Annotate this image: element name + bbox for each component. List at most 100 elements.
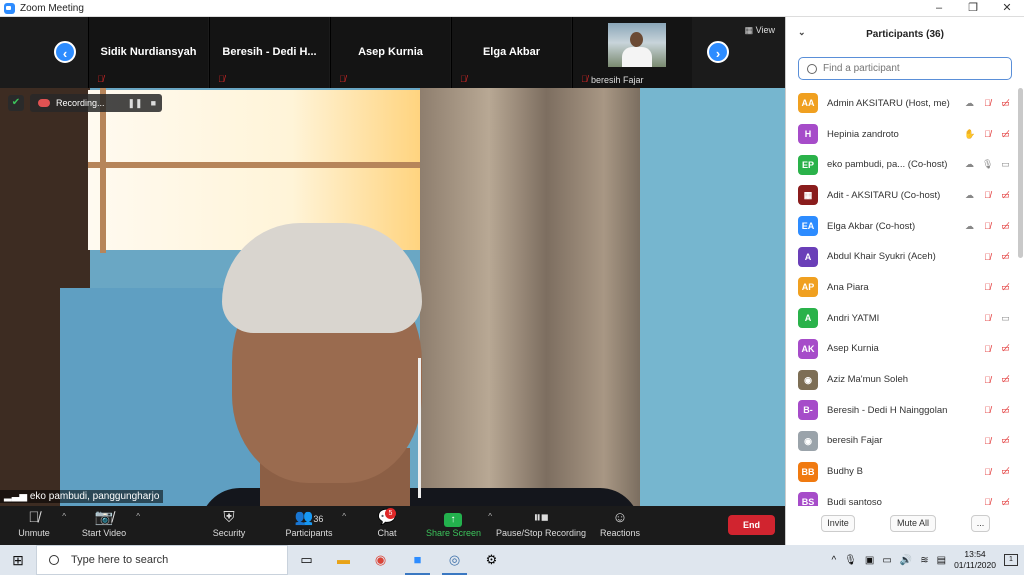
task-view-icon[interactable]: ▭: [288, 545, 325, 575]
chevron-up-icon[interactable]: ^: [136, 512, 140, 521]
participant-row[interactable]: H Hepinia zandroto ✋ 🎙̸ ▭̸: [786, 119, 1017, 150]
participant-search-input[interactable]: [823, 63, 993, 74]
close-window-button[interactable]: ✕: [990, 0, 1024, 17]
participant-search[interactable]: [798, 57, 1012, 80]
participant-row[interactable]: EP eko pambudi, pa... (Co-host) ☁ 🎙 ▭: [786, 149, 1017, 180]
chevron-up-icon[interactable]: ^: [342, 512, 346, 521]
participant-list: AA Admin AKSITARU (Host, me) ☁ 🎙̸ ▭̸ H Hepinia…: [786, 88, 1017, 506]
signal-bars-icon: ▂▃▅: [4, 491, 28, 502]
volume-icon[interactable]: 🔊: [900, 555, 912, 566]
video-window-frame-vertical: [100, 88, 106, 253]
thumbnail-tile[interactable]: Beresih - Dedi H... 🎙̸: [209, 17, 329, 88]
notification-center-icon[interactable]: 1: [1004, 554, 1018, 566]
pause-stop-recording-button[interactable]: ⏸⏹ Pause/Stop Recording: [496, 508, 586, 538]
video-off-icon: ▭̸: [1001, 343, 1010, 354]
reactions-button[interactable]: ☺ Reactions: [600, 508, 640, 538]
panel-footer: Invite Mute All ...: [786, 515, 1024, 535]
next-page-button[interactable]: ›: [707, 41, 729, 63]
participant-row[interactable]: EA Elga Akbar (Co-host) ☁ 🎙̸ ▭̸: [786, 211, 1017, 242]
wifi-icon[interactable]: ≋: [920, 555, 928, 566]
meeting-stage: ‹ Sidik Nurdiansyah 🎙̸ Beresih - Dedi H.…: [0, 17, 785, 506]
maximize-button[interactable]: ❐: [956, 0, 990, 17]
taskbar-search[interactable]: Type here to search: [36, 545, 288, 575]
unmute-button[interactable]: 🎙̸ Unmute ^: [14, 508, 66, 538]
mic-muted-icon: 🎙̸: [984, 98, 991, 109]
clock[interactable]: 13:54 01/11/2020: [954, 549, 996, 571]
speaker-hair: [222, 223, 422, 333]
network-monitor-icon[interactable]: ▣: [865, 555, 874, 566]
chevron-up-icon[interactable]: ^: [62, 512, 66, 521]
participant-row[interactable]: A Andri YATMI 🎙̸ ▭: [786, 303, 1017, 334]
participant-row[interactable]: A Abdul Khair Syukri (Aceh) 🎙̸ ▭̸: [786, 241, 1017, 272]
security-button[interactable]: ⛨ Security: [210, 508, 248, 538]
zoom-taskbar-icon[interactable]: ■: [399, 545, 436, 575]
end-meeting-button[interactable]: End: [728, 515, 775, 535]
participant-row[interactable]: BB Budhy B 🎙̸ ▭̸: [786, 456, 1017, 487]
windows-taskbar: ⊞ Type here to search ▭ ▬ ◉ ■ ◎ ⚙ ^ 🎙 ▣ …: [0, 545, 1024, 575]
thumbnail-tile[interactable]: Sidik Nurdiansyah 🎙̸: [88, 17, 208, 88]
mic-muted-icon: 🎙̸: [581, 74, 588, 84]
search-icon: [49, 555, 59, 565]
participant-row[interactable]: AA Admin AKSITARU (Host, me) ☁ 🎙̸ ▭̸: [786, 88, 1017, 119]
participant-row[interactable]: AK Asep Kurnia 🎙̸ ▭̸: [786, 334, 1017, 365]
chevron-down-icon[interactable]: ⌄: [798, 27, 806, 38]
share-screen-icon: ↑: [444, 513, 462, 527]
avatar: EA: [798, 216, 818, 237]
mic-muted-icon: 🎙̸: [984, 129, 991, 140]
mic-muted-icon: 🎙̸: [218, 74, 225, 84]
raised-hand-icon: ✋: [964, 128, 976, 139]
title-bar: Zoom Meeting – ❐ ✕: [0, 0, 1024, 17]
invite-button[interactable]: Invite: [821, 515, 855, 532]
scrollbar-thumb[interactable]: [1018, 88, 1023, 258]
participant-list-scrollbar[interactable]: [1018, 88, 1023, 506]
avatar: A: [798, 308, 818, 329]
video-right-wall: [640, 88, 785, 506]
tray-overflow-icon[interactable]: ^: [831, 555, 836, 566]
thumbnail-tile[interactable]: Elga Akbar 🎙̸: [451, 17, 571, 88]
mic-muted-icon: 🎙̸: [984, 435, 991, 446]
participant-row[interactable]: AP Ana Piara 🎙̸ ▭̸: [786, 272, 1017, 303]
view-button[interactable]: ▦ View: [745, 25, 775, 36]
thumbnail-caption: beresih Fajar: [591, 75, 644, 85]
participant-name: Andri YATMI: [827, 312, 880, 324]
windows-start-icon[interactable]: ⊞: [0, 545, 36, 575]
video-on-icon: ▭: [1001, 312, 1010, 323]
prev-page-button[interactable]: ‹: [54, 41, 76, 63]
cloud-record-icon: ☁: [965, 97, 974, 108]
participant-row[interactable]: B- Beresih - Dedi H Nainggolan 🎙̸ ▭̸: [786, 395, 1017, 426]
avatar: AA: [798, 93, 818, 114]
more-options-button[interactable]: ...: [971, 515, 990, 532]
settings-icon[interactable]: ⚙: [473, 545, 510, 575]
start-video-button[interactable]: 📷̸ Start Video ^: [80, 508, 140, 538]
minimize-button[interactable]: –: [922, 0, 956, 17]
keyboard-icon[interactable]: ▤: [937, 555, 946, 566]
mic-muted-icon: 🎙̸: [984, 497, 991, 506]
share-screen-button[interactable]: ↑ Share Screen ^: [426, 508, 492, 538]
participant-row[interactable]: ◉ beresih Fajar 🎙̸ ▭̸: [786, 426, 1017, 457]
participant-row[interactable]: BS Budi santoso 🎙̸ ▭̸: [786, 487, 1017, 506]
thumbnail-tile[interactable]: Asep Kurnia 🎙̸: [330, 17, 450, 88]
search-icon: [807, 63, 817, 74]
person-body: [622, 47, 652, 67]
encryption-shield-icon[interactable]: ✔: [8, 95, 24, 111]
pause-recording-icon[interactable]: ❚❚: [127, 98, 142, 109]
obs-icon[interactable]: ◎: [436, 545, 473, 575]
smiley-plus-icon: ☺: [612, 509, 628, 526]
video-off-icon: ▭̸: [1001, 220, 1010, 231]
chevron-up-icon[interactable]: ^: [488, 512, 492, 521]
meeting-toolbar: 🎙̸ Unmute ^ 📷̸ Start Video ^ ⛨ Security …: [0, 506, 785, 545]
chat-button[interactable]: 💬 5 Chat: [373, 508, 401, 538]
participant-name: Beresih - Dedi H Nainggolan: [827, 404, 948, 416]
mute-all-button[interactable]: Mute All: [890, 515, 936, 532]
microphone-icon[interactable]: 🎙: [844, 555, 857, 566]
participants-button[interactable]: 👥36 Participants ^: [284, 508, 346, 538]
participant-row[interactable]: ▦ Adit - AKSITARU (Co-host) ☁ 🎙̸ ▭̸: [786, 180, 1017, 211]
participant-name: beresih Fajar: [827, 435, 883, 447]
avatar: EP: [798, 154, 818, 175]
file-explorer-icon[interactable]: ▬: [325, 545, 362, 575]
battery-icon[interactable]: ▭: [882, 555, 891, 566]
chrome-icon[interactable]: ◉: [362, 545, 399, 575]
stop-recording-icon[interactable]: ■: [151, 98, 156, 109]
participant-row[interactable]: ◉ Aziz Ma'mun Soleh 🎙̸ ▭̸: [786, 364, 1017, 395]
earphone-wire: [418, 358, 421, 498]
